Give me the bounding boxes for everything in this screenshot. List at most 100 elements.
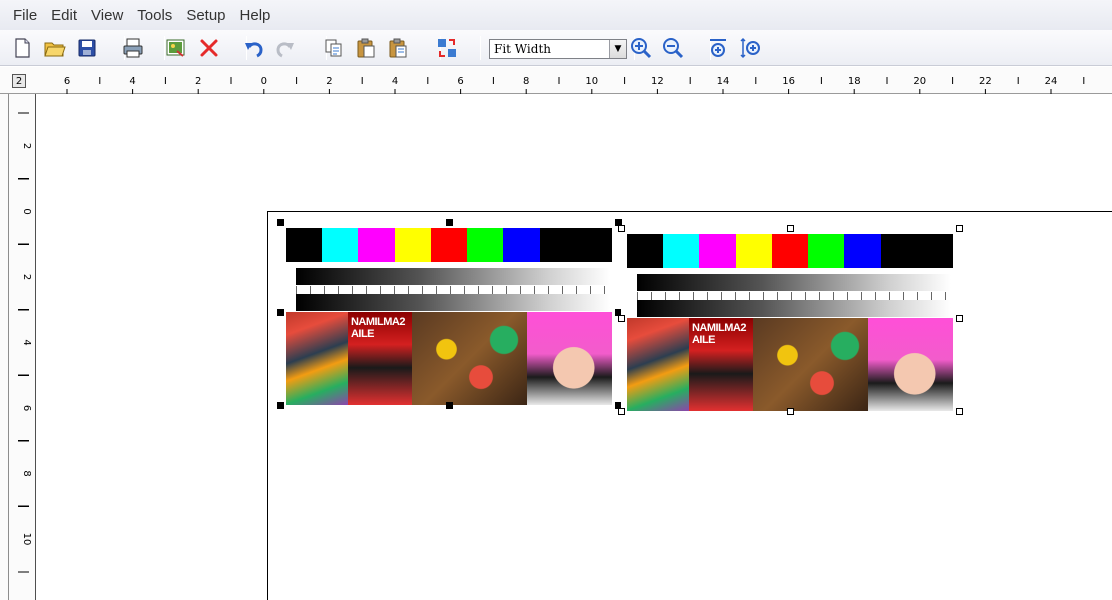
selection-handle[interactable] xyxy=(618,408,625,415)
ruler-label: 12 xyxy=(651,76,664,87)
ruler-label: 24 xyxy=(1045,76,1058,87)
color-swatch-strip xyxy=(286,228,612,262)
ruler-label: 2 xyxy=(195,76,201,87)
color-swatch xyxy=(916,234,953,268)
color-swatch xyxy=(322,228,359,262)
print-button[interactable] xyxy=(120,35,146,61)
color-swatch xyxy=(358,228,395,262)
fit-height-button[interactable] xyxy=(737,35,763,61)
fit-page-button[interactable] xyxy=(705,35,731,61)
selection-handle[interactable] xyxy=(956,315,963,322)
menu-edit[interactable]: Edit xyxy=(44,7,84,24)
import-image-button[interactable] xyxy=(163,35,189,61)
selection-handle[interactable] xyxy=(277,219,284,226)
chevron-down-icon[interactable]: ▼ xyxy=(609,40,626,58)
redo-button[interactable] xyxy=(272,35,298,61)
sample-photo xyxy=(752,318,869,411)
sample-photo: NAMILMA2 AILE xyxy=(688,318,753,411)
sample-photo xyxy=(627,318,689,411)
sample-photo: NAMILMA2 AILE xyxy=(347,312,412,405)
delete-icon xyxy=(198,37,220,59)
zoom-in-button[interactable] xyxy=(628,35,654,61)
gradient-tick-scale xyxy=(296,286,610,294)
fit-height-icon xyxy=(739,37,761,59)
new-button[interactable] xyxy=(9,35,35,61)
paste-button[interactable] xyxy=(353,35,379,61)
sample-photo xyxy=(868,318,953,411)
menu-bar: File Edit View Tools Setup Help xyxy=(0,0,1112,30)
menu-setup[interactable]: Setup xyxy=(179,7,232,24)
rotate-button[interactable] xyxy=(434,35,460,61)
ruler-label: 14 xyxy=(717,76,730,87)
ruler-label: 6 xyxy=(21,405,32,411)
ruler-label: 20 xyxy=(913,76,926,87)
ruler-label: 8 xyxy=(523,76,529,87)
selection-handle[interactable] xyxy=(446,402,453,409)
save-button[interactable] xyxy=(74,35,100,61)
sample-photo xyxy=(527,312,612,405)
menu-tools[interactable]: Tools xyxy=(130,7,179,24)
print-job-image-2[interactable]: NAMILMA2 AILE xyxy=(621,228,959,411)
undo-button[interactable] xyxy=(241,35,267,61)
toolbar-separator xyxy=(480,36,481,60)
menu-help[interactable]: Help xyxy=(233,7,278,24)
delete-button[interactable] xyxy=(196,35,222,61)
zoom-out-button[interactable] xyxy=(660,35,686,61)
color-swatch-strip xyxy=(627,234,953,268)
sample-photos: NAMILMA2 AILE xyxy=(286,312,612,405)
app-window: File Edit View Tools Setup Help Fit Width ▼ 6… xyxy=(0,0,1112,600)
vertical-ruler: 2 0 2 4 6 8 10 xyxy=(0,94,36,600)
menu-view[interactable]: View xyxy=(84,7,130,24)
selection-handle[interactable] xyxy=(277,309,284,316)
color-swatch xyxy=(627,234,664,268)
new-icon xyxy=(12,37,32,59)
sample-photos: NAMILMA2 AILE xyxy=(627,318,953,411)
sample-photo xyxy=(286,312,348,405)
selection-handle[interactable] xyxy=(787,225,794,232)
sample-photo xyxy=(411,312,528,405)
horizontal-ruler: 6420246810121416182022242 xyxy=(0,67,1112,94)
color-swatch xyxy=(575,228,612,262)
photo-caption: NAMILMA2 AILE xyxy=(691,322,747,346)
zoom-select[interactable]: Fit Width ▼ xyxy=(489,39,627,59)
ruler-label: 4 xyxy=(21,339,32,345)
ruler-label: 22 xyxy=(979,76,992,87)
grayscale-gradient xyxy=(296,294,610,311)
ruler-label: 2 xyxy=(21,143,32,149)
copy-icon xyxy=(323,37,345,59)
selection-handle[interactable] xyxy=(277,402,284,409)
selection-handle[interactable] xyxy=(618,315,625,322)
print-job-image-1[interactable]: NAMILMA2 AILE xyxy=(280,222,618,405)
ruler-label: 16 xyxy=(782,76,795,87)
redo-icon xyxy=(274,37,296,59)
selection-handle[interactable] xyxy=(446,219,453,226)
ruler-label: 10 xyxy=(21,533,32,546)
selection-handle[interactable] xyxy=(956,408,963,415)
color-swatch xyxy=(844,234,881,268)
color-swatch xyxy=(735,234,772,268)
save-icon xyxy=(77,38,97,58)
rotate-icon xyxy=(436,37,458,59)
selection-handle[interactable] xyxy=(787,408,794,415)
ruler-corner[interactable]: 2 xyxy=(12,74,26,88)
selection-handle[interactable] xyxy=(618,225,625,232)
selection-handle[interactable] xyxy=(956,225,963,232)
paste-special-button[interactable] xyxy=(385,35,411,61)
zoom-out-icon xyxy=(662,37,684,59)
grayscale-gradient xyxy=(637,300,951,317)
menu-file[interactable]: File xyxy=(6,7,44,24)
color-swatch xyxy=(286,228,323,262)
open-button[interactable] xyxy=(42,35,68,61)
color-swatch xyxy=(880,234,917,268)
paste-icon xyxy=(355,37,377,59)
fit-page-icon xyxy=(707,37,729,59)
horizontal-ruler-scale: 6420246810121416182022242 xyxy=(64,76,1085,94)
import-image-icon xyxy=(165,37,187,59)
color-swatch xyxy=(394,228,431,262)
gradient-tick-scale xyxy=(637,292,951,300)
copy-button[interactable] xyxy=(321,35,347,61)
ruler-label: 2 xyxy=(21,274,32,280)
ruler-label: 18 xyxy=(848,76,861,87)
color-swatch xyxy=(771,234,809,268)
ruler-label: 4 xyxy=(392,76,398,87)
